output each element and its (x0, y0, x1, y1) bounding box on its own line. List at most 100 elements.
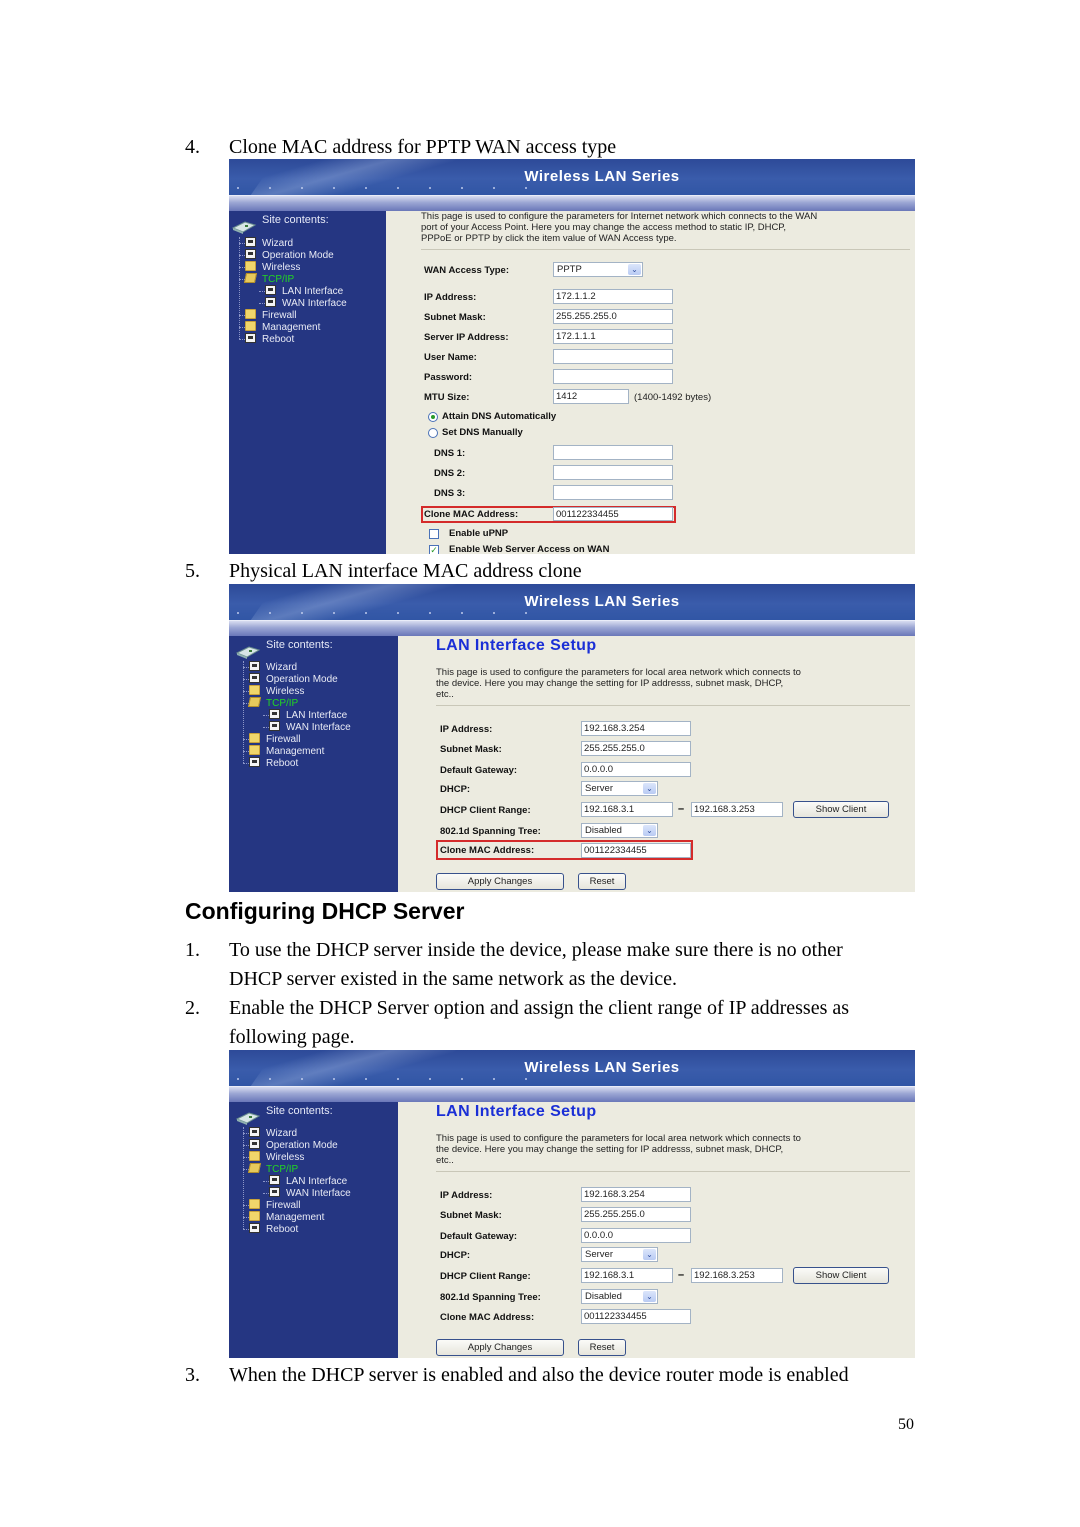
nav-operation-mode[interactable]: Operation Mode (243, 673, 351, 685)
nav-lan-interface[interactable]: LAN Interface (263, 1175, 351, 1187)
page-icon (269, 721, 280, 731)
nav-management[interactable]: Management (243, 745, 351, 757)
gateway-input[interactable]: 0.0.0.0 (581, 1228, 691, 1243)
nav-tcpip[interactable]: TCP/IP (243, 697, 351, 709)
dns-manual-radio[interactable] (428, 428, 438, 438)
router-icon (231, 221, 257, 234)
nav-operation-mode[interactable]: Operation Mode (243, 1139, 351, 1151)
page-icon (249, 673, 260, 683)
user-name-input[interactable] (553, 349, 673, 364)
nav-reboot[interactable]: Reboot (239, 333, 347, 345)
stp-select[interactable]: Disabled ⌄ (581, 1289, 658, 1304)
sidebar: Site contents: Wizard Operation Mode Wir… (229, 636, 398, 892)
folder-icon (249, 1199, 260, 1209)
subnet-mask-input[interactable]: 255.255.255.0 (581, 1207, 691, 1222)
nav-wizard[interactable]: Wizard (243, 661, 351, 673)
main-content: LAN Interface Setup This page is used to… (398, 636, 915, 892)
nav-wireless[interactable]: Wireless (243, 685, 351, 697)
gateway-input[interactable]: 0.0.0.0 (581, 762, 691, 777)
page-icon (245, 249, 256, 259)
ip-address-input[interactable]: 172.1.1.2 (553, 289, 673, 304)
divider (436, 705, 910, 706)
ip-address-input[interactable]: 192.168.3.254 (581, 1187, 691, 1202)
divider (421, 249, 910, 250)
nav-wan-interface[interactable]: WAN Interface (259, 297, 347, 309)
show-client-button[interactable]: Show Client (793, 1267, 889, 1284)
clone-mac-input[interactable]: 001122334455 (553, 507, 673, 521)
clone-mac-row: Clone MAC Address: 001122334455 (440, 1309, 915, 1325)
gateway-row: Default Gateway: 0.0.0.0 (440, 762, 915, 778)
nav-wizard[interactable]: Wizard (239, 237, 347, 249)
range-start-input[interactable]: 192.168.3.1 (581, 1268, 673, 1283)
dns3-input[interactable] (553, 485, 673, 500)
nav-tcpip[interactable]: TCP/IP (239, 273, 347, 285)
nav-management[interactable]: Management (243, 1211, 351, 1223)
range-end-input[interactable]: 192.168.3.253 (691, 802, 783, 817)
nav-firewall[interactable]: Firewall (243, 733, 351, 745)
dhcp-select[interactable]: Server ⌄ (581, 781, 658, 796)
main-content: LAN Interface Setup This page is used to… (398, 1102, 915, 1358)
nav-wan-interface[interactable]: WAN Interface (263, 721, 351, 733)
nav-operation-mode[interactable]: Operation Mode (239, 249, 347, 261)
mtu-input[interactable]: 1412 (553, 389, 629, 404)
clone-mac-input[interactable]: 001122334455 (581, 1309, 691, 1324)
reset-button[interactable]: Reset (578, 1339, 626, 1356)
dns1-input[interactable] (553, 445, 673, 460)
folder-icon (249, 733, 260, 743)
page-description: This page is used to configure the param… (436, 667, 801, 700)
dns2-input[interactable] (553, 465, 673, 480)
dns-manual-label: Set DNS Manually (442, 427, 523, 438)
clone-mac-row: Clone MAC Address: 001122334455 (440, 843, 915, 859)
nav-tcpip[interactable]: TCP/IP (243, 1163, 351, 1175)
subnet-mask-input[interactable]: 255.255.255.0 (553, 309, 673, 324)
show-client-button[interactable]: Show Client (793, 801, 889, 818)
nav-lan-interface[interactable]: LAN Interface (259, 285, 347, 297)
banner-title: Wireless LAN Series (524, 593, 680, 610)
page-icon (249, 1139, 260, 1149)
dns-auto-radio[interactable] (428, 412, 438, 422)
range-start-input[interactable]: 192.168.3.1 (581, 802, 673, 817)
lan-interface-screenshot-dhcp: Wireless LAN Series Site contents: Wizar… (229, 1050, 915, 1358)
mtu-row: MTU Size: 1412 (1400-1492 bytes) (424, 389, 712, 404)
page-title: LAN Interface Setup (436, 1103, 597, 1120)
password-input[interactable] (553, 369, 673, 384)
subnet-mask-input[interactable]: 255.255.255.0 (581, 741, 691, 756)
reset-button[interactable]: Reset (578, 873, 626, 890)
nav-firewall[interactable]: Firewall (239, 309, 347, 321)
page-icon (269, 709, 280, 719)
ip-address-row: IP Address: 192.168.3.254 (440, 721, 915, 737)
server-ip-input[interactable]: 172.1.1.1 (553, 329, 673, 344)
dhcp-row: DHCP: Server ⌄ (440, 781, 915, 797)
nav-lan-interface[interactable]: LAN Interface (263, 709, 351, 721)
wan-access-type-select[interactable]: PPTP ⌄ (553, 262, 643, 277)
nav-wireless[interactable]: Wireless (239, 261, 347, 273)
stp-select[interactable]: Disabled ⌄ (581, 823, 658, 838)
page-icon (269, 1175, 280, 1185)
banner-band (229, 620, 915, 636)
nav-reboot[interactable]: Reboot (243, 757, 351, 769)
nav-reboot[interactable]: Reboot (243, 1223, 351, 1235)
ip-address-input[interactable]: 192.168.3.254 (581, 721, 691, 736)
ip-address-row: IP Address: 192.168.3.254 (440, 1187, 915, 1203)
nav-wan-interface[interactable]: WAN Interface (263, 1187, 351, 1199)
dhcp-select[interactable]: Server ⌄ (581, 1247, 658, 1262)
nav-wireless[interactable]: Wireless (243, 1151, 351, 1163)
web-access-checkbox[interactable]: ✓ (429, 545, 439, 554)
range-end-input[interactable]: 192.168.3.253 (691, 1268, 783, 1283)
upnp-checkbox[interactable] (429, 529, 439, 539)
upnp-label: Enable uPNP (449, 528, 509, 539)
lan-interface-screenshot-clone: Wireless LAN Series Site contents: Wizar… (229, 584, 915, 892)
folder-icon (249, 685, 260, 695)
page-icon (245, 237, 256, 247)
nav-firewall[interactable]: Firewall (243, 1199, 351, 1211)
chevron-down-icon: ⌄ (643, 825, 656, 836)
nav-wizard[interactable]: Wizard (243, 1127, 351, 1139)
site-nav: Wizard Operation Mode Wireless TCP/IP LA… (243, 1127, 351, 1235)
clone-mac-input[interactable]: 001122334455 (581, 843, 691, 858)
apply-changes-button[interactable]: Apply Changes (436, 1339, 564, 1356)
apply-changes-button[interactable]: Apply Changes (436, 873, 564, 890)
nav-management[interactable]: Management (239, 321, 347, 333)
banner-band (229, 195, 915, 211)
mtu-hint: (1400-1492 bytes) (634, 392, 712, 403)
server-ip-row: Server IP Address: 172.1.1.1 (424, 329, 904, 345)
